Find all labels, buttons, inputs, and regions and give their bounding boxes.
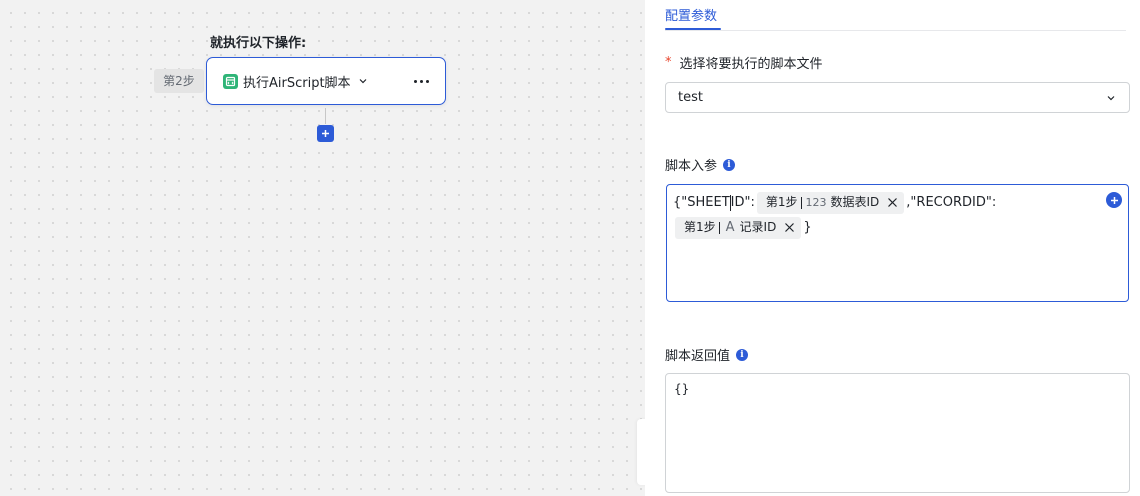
- info-icon[interactable]: i: [736, 348, 749, 361]
- step-badge: 第2步: [154, 69, 204, 93]
- return-value-label: 脚本返回值 i: [665, 345, 749, 364]
- return-value-input[interactable]: {}: [665, 373, 1130, 493]
- variable-chip-record-id[interactable]: 第1步 A 记录ID: [675, 216, 802, 239]
- info-icon[interactable]: i: [723, 158, 736, 171]
- flow-connector: [325, 108, 326, 124]
- script-file-value: test: [678, 90, 703, 105]
- number-type-icon: 123: [805, 196, 827, 209]
- script-file-label: * 选择将要执行的脚本文件: [665, 55, 823, 72]
- tab-active-indicator: [665, 28, 721, 30]
- add-variable-button[interactable]: [1106, 192, 1122, 208]
- plus-icon: [1110, 196, 1118, 204]
- variable-chip-sheet-id[interactable]: 第1步 123 数据表ID: [756, 191, 905, 214]
- params-label: 脚本入参 i: [665, 155, 736, 174]
- text-type-icon: A: [725, 220, 735, 235]
- return-value-text: {}: [674, 382, 690, 396]
- step-card-airscript[interactable]: 执行AirScript脚本: [206, 57, 446, 105]
- tab-config-params[interactable]: 配置参数: [665, 5, 717, 24]
- close-icon[interactable]: [887, 197, 898, 208]
- script-file-select[interactable]: test: [665, 82, 1130, 113]
- plus-icon: [322, 130, 329, 137]
- tab-bar: 配置参数: [665, 0, 1126, 31]
- step-title: 执行AirScript脚本: [243, 75, 351, 91]
- chevron-down-icon: [1107, 95, 1115, 100]
- flow-title: 就执行以下操作:: [210, 36, 307, 51]
- add-step-button[interactable]: [317, 125, 334, 142]
- chevron-down-icon[interactable]: [357, 75, 369, 87]
- more-icon[interactable]: [411, 71, 431, 91]
- params-input[interactable]: {"SHEET ID": 第1步 123 数据表ID ,"RECORDID": 第…: [666, 184, 1129, 302]
- config-panel: 配置参数 * 选择将要执行的脚本文件 test 脚本入参 i {"SHEET ID…: [645, 0, 1140, 496]
- required-mark: *: [665, 55, 672, 70]
- flow-canvas[interactable]: 就执行以下操作: 第2步 执行AirScript脚本: [0, 0, 645, 496]
- script-icon: [223, 73, 238, 89]
- close-icon[interactable]: [784, 222, 795, 233]
